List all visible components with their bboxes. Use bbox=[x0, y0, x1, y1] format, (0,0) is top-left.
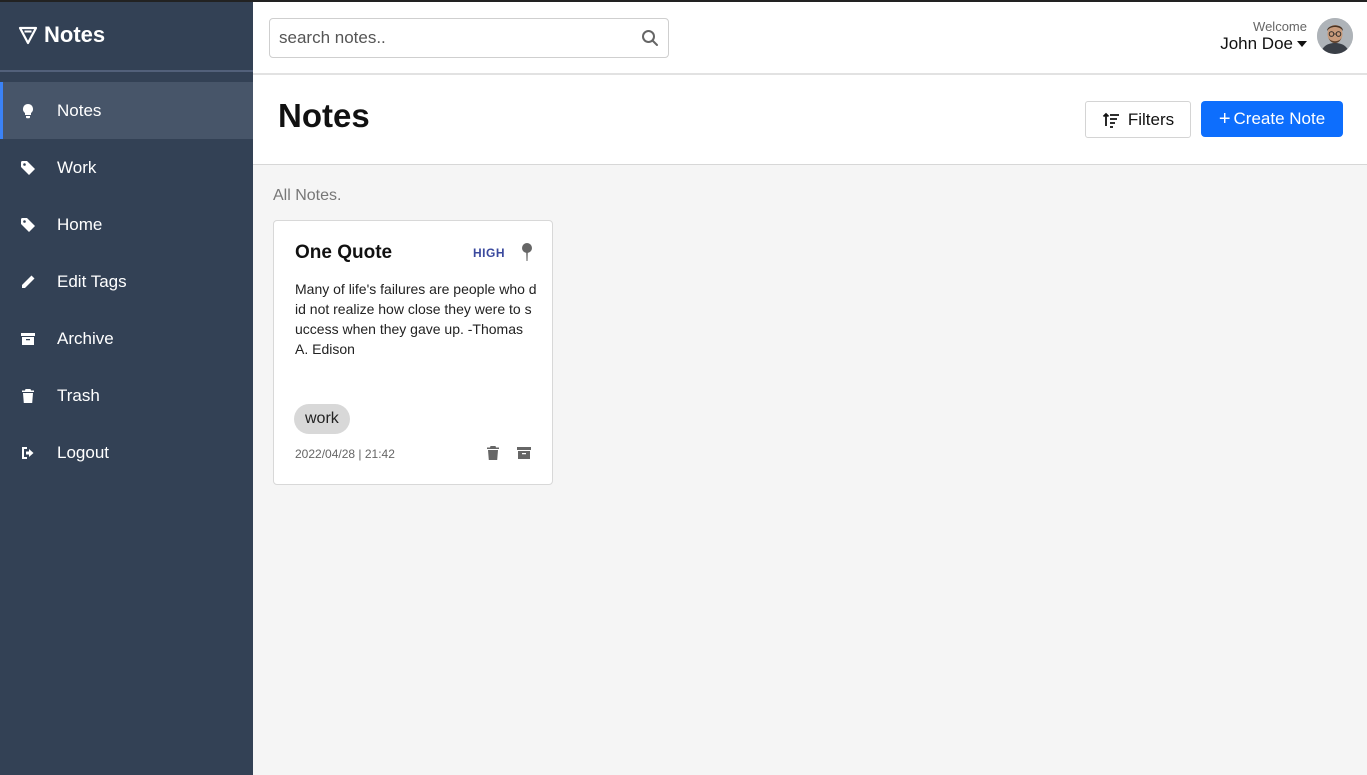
filters-label: Filters bbox=[1127, 109, 1175, 129]
logout-icon bbox=[19, 444, 37, 462]
tag-icon bbox=[19, 159, 37, 177]
create-note-button[interactable]: + Create Note bbox=[1201, 101, 1343, 137]
sidebar-item-home[interactable]: Home bbox=[0, 196, 253, 253]
trash-icon[interactable] bbox=[484, 444, 502, 462]
note-date: 2022/04/28 | 21:42 bbox=[295, 447, 395, 461]
window-top-border bbox=[0, 0, 1367, 2]
sidebar-item-label: Home bbox=[57, 214, 103, 234]
sidebar-item-label: Trash bbox=[57, 385, 100, 405]
avatar[interactable] bbox=[1317, 18, 1353, 54]
archive-icon[interactable] bbox=[515, 444, 533, 462]
search-box bbox=[269, 18, 669, 58]
top-header: Welcome John Doe bbox=[253, 2, 1367, 75]
sidebar-item-label: Logout bbox=[57, 442, 109, 462]
brand[interactable]: Notes bbox=[0, 0, 253, 72]
filters-button[interactable]: Filters bbox=[1085, 101, 1191, 138]
sidebar-item-label: Edit Tags bbox=[57, 271, 127, 291]
user-name-row[interactable]: John Doe bbox=[1220, 34, 1307, 54]
sidebar-item-notes[interactable]: Notes bbox=[0, 82, 253, 139]
sidebar-item-logout[interactable]: Logout bbox=[0, 424, 253, 481]
tag-icon bbox=[19, 216, 37, 234]
user-info: Welcome John Doe bbox=[1220, 19, 1307, 54]
sidebar-item-label: Archive bbox=[57, 328, 114, 348]
sidebar-item-edit-tags[interactable]: Edit Tags bbox=[0, 253, 253, 310]
welcome-text: Welcome bbox=[1253, 18, 1307, 34]
sort-filter-icon bbox=[1102, 112, 1119, 128]
search-icon[interactable] bbox=[632, 19, 668, 57]
sidebar-item-archive[interactable]: Archive bbox=[0, 310, 253, 367]
plus-icon: + bbox=[1218, 108, 1231, 130]
sidebar-item-work[interactable]: Work bbox=[0, 139, 253, 196]
caret-down-icon bbox=[1297, 40, 1307, 47]
sidebar-item-trash[interactable]: Trash bbox=[0, 367, 253, 424]
logo-icon bbox=[18, 26, 38, 45]
pin-icon[interactable] bbox=[520, 242, 534, 262]
lightbulb-icon bbox=[19, 102, 37, 120]
note-tag[interactable]: work bbox=[294, 404, 350, 434]
sidebar-item-label: Work bbox=[57, 157, 97, 177]
note-title: One Quote bbox=[295, 242, 393, 263]
page-title: Notes bbox=[278, 97, 370, 134]
page-header: Notes Filters + Create Note bbox=[253, 75, 1367, 165]
sidebar-nav: Notes Work Home Edit Tags Archive Trash … bbox=[0, 82, 253, 481]
sidebar: Notes Notes Work Home Edit Tags Archive … bbox=[0, 0, 253, 775]
section-heading: All Notes. bbox=[273, 187, 342, 204]
pencil-icon bbox=[19, 273, 37, 291]
user-menu[interactable]: Welcome John Doe bbox=[1220, 16, 1353, 56]
create-note-label: Create Note bbox=[1233, 109, 1326, 128]
user-name: John Doe bbox=[1220, 33, 1293, 53]
note-body: Many of life's failures are people who d… bbox=[295, 281, 537, 357]
brand-name: Notes bbox=[44, 22, 106, 47]
archive-icon bbox=[19, 330, 37, 348]
note-card[interactable]: One Quote HIGH Many of life's failures a… bbox=[273, 220, 553, 485]
trash-icon bbox=[19, 387, 37, 405]
search-input[interactable] bbox=[270, 19, 632, 57]
priority-badge: HIGH bbox=[473, 246, 505, 260]
sidebar-item-label: Notes bbox=[57, 100, 102, 120]
